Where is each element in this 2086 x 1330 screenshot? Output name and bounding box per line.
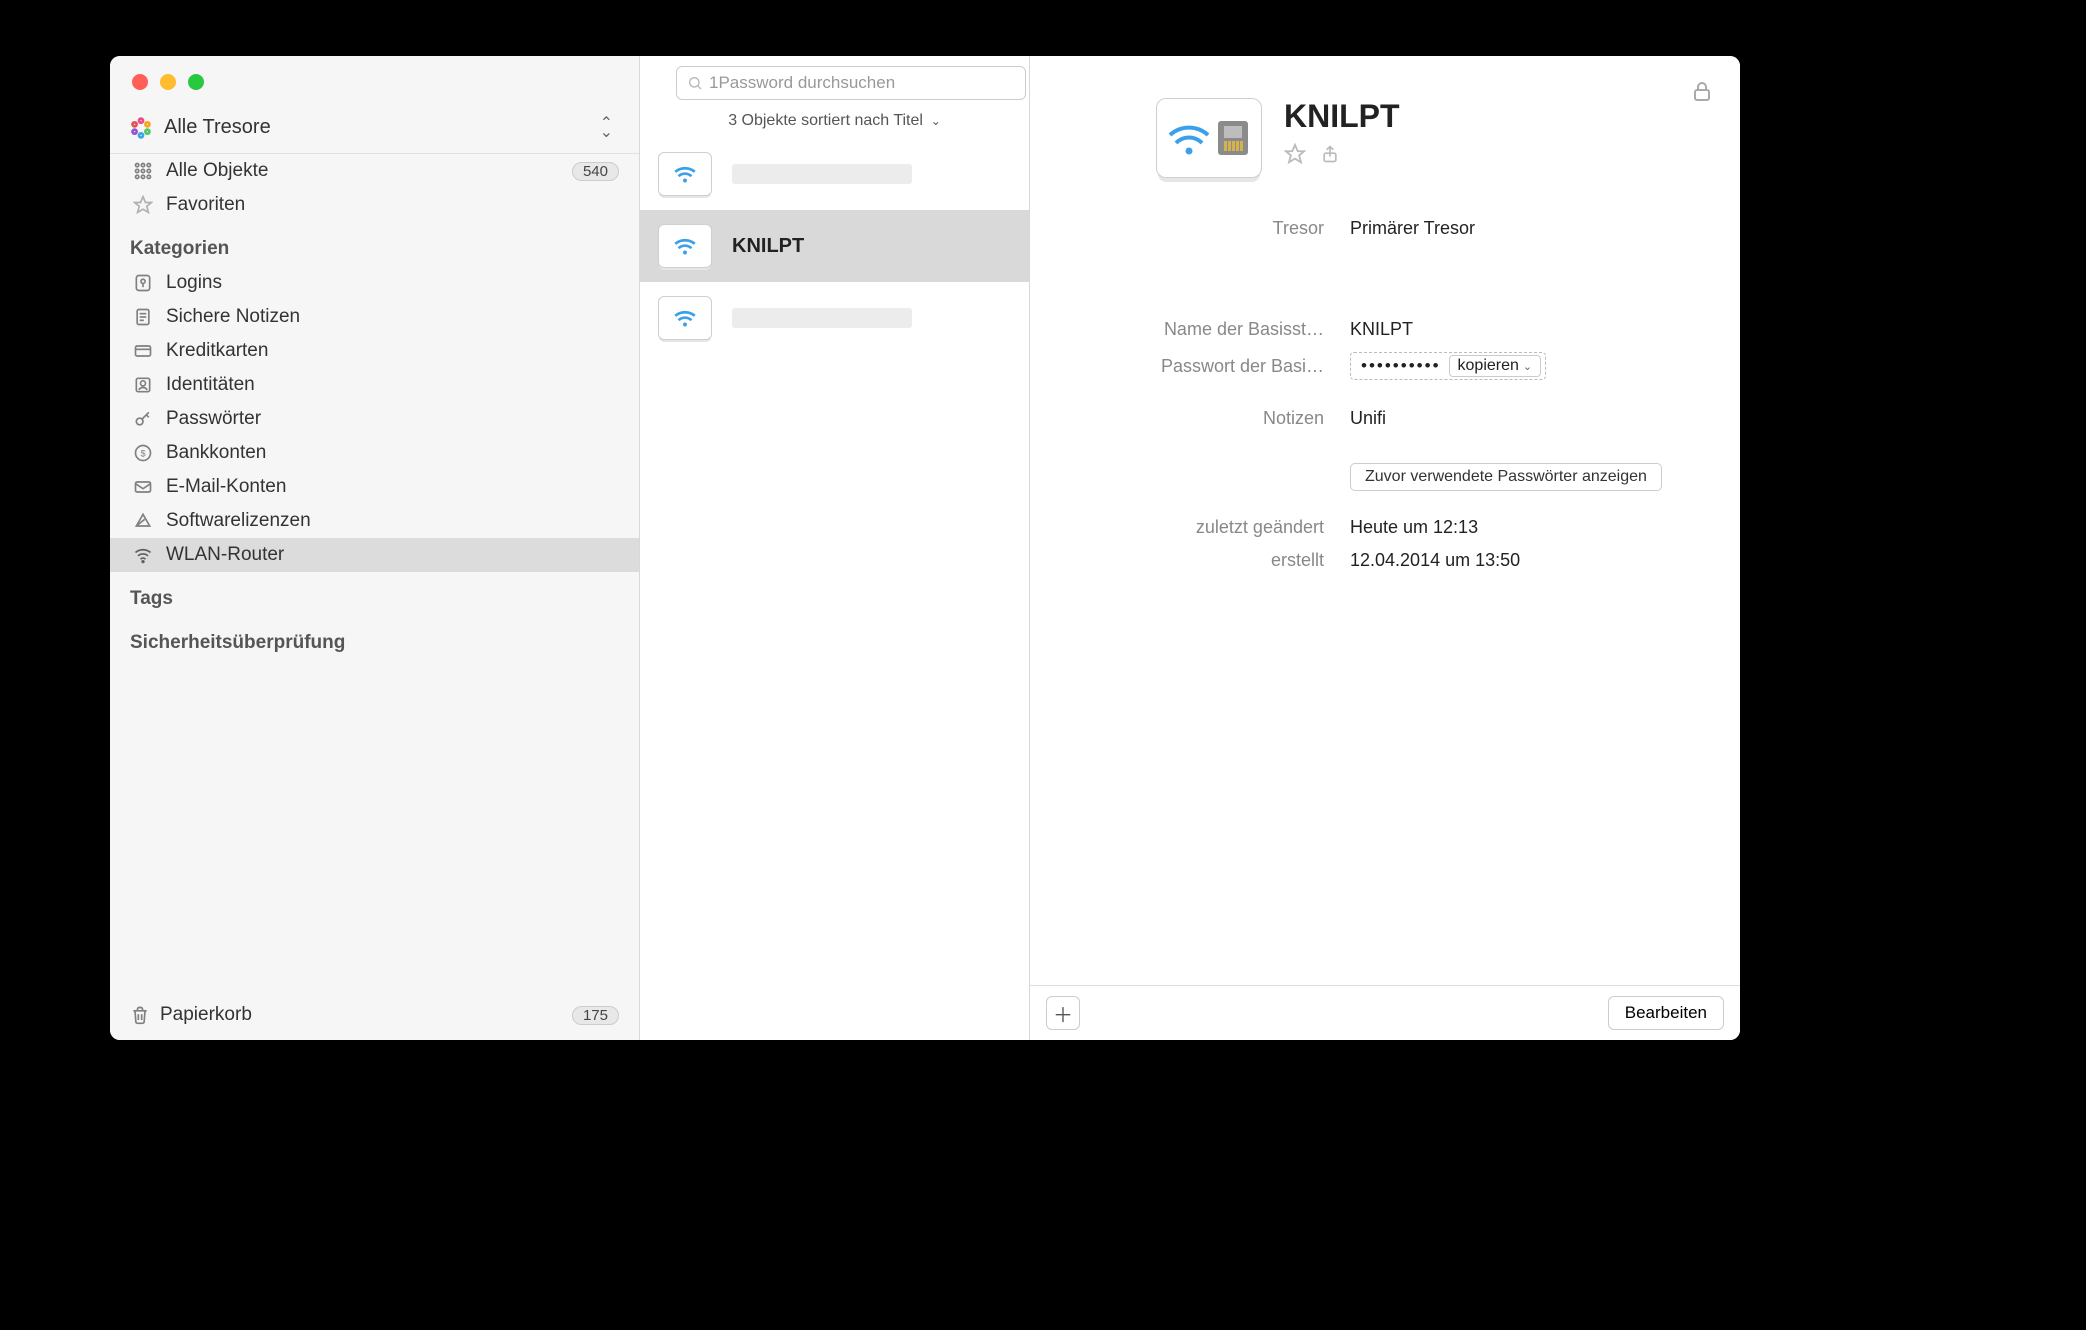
list-item[interactable]: KNILPT [640, 210, 1029, 282]
trash-icon [130, 1004, 150, 1026]
sidebar-item-label: Softwarelizenzen [166, 510, 311, 532]
minimize-window-button[interactable] [160, 74, 176, 90]
router-icon [658, 152, 712, 196]
sidebar-cat-passwords[interactable]: Passwörter [110, 402, 639, 436]
list-item[interactable] [640, 282, 1029, 354]
field-label-base-password: Passwort der Basi… [1030, 356, 1350, 377]
section-security-audit[interactable]: Sicherheitsüberprüfung [110, 616, 639, 660]
chevron-down-icon: ⌄ [1523, 360, 1532, 373]
password-concealed: •••••••••• [1361, 356, 1449, 376]
router-icon [658, 296, 712, 340]
field-value-modified: Heute um 12:13 [1350, 517, 1740, 538]
sidebar-cat-secure-notes[interactable]: Sichere Notizen [110, 300, 639, 334]
window-controls [132, 74, 204, 90]
router-icon [658, 224, 712, 268]
app-window: Alle Tresore ⌃⌄ Alle Objekte 540 Favorit… [110, 56, 1740, 1040]
sidebar-cat-software-licenses[interactable]: Softwarelizenzen [110, 504, 639, 538]
zoom-window-button[interactable] [188, 74, 204, 90]
mail-icon [130, 476, 156, 498]
item-title: KNILPT [1284, 98, 1400, 135]
sidebar-item-label: E-Mail-Konten [166, 476, 286, 498]
sidebar-item-label: Logins [166, 272, 222, 294]
app-icon [130, 510, 156, 532]
identity-icon [130, 374, 156, 396]
sidebar-favorites[interactable]: Favoriten [110, 188, 639, 222]
field-label-created: erstellt [1030, 550, 1350, 571]
sidebar-item-label: WLAN-Router [166, 544, 284, 566]
vault-selector-label: Alle Tresore [164, 116, 600, 139]
vault-selector[interactable]: Alle Tresore ⌃⌄ [110, 56, 639, 154]
search-icon [687, 75, 703, 91]
sidebar: Alle Tresore ⌃⌄ Alle Objekte 540 Favorit… [110, 56, 640, 1040]
show-previous-passwords-button[interactable]: Zuvor verwendete Passwörter anzeigen [1350, 463, 1662, 491]
field-value-created: 12.04.2014 um 13:50 [1350, 550, 1740, 571]
sidebar-cat-bank-accounts[interactable]: $ Bankkonten [110, 436, 639, 470]
chevron-updown-icon: ⌃⌄ [600, 119, 619, 137]
sidebar-cat-logins[interactable]: Logins [110, 266, 639, 300]
sidebar-cat-wifi-routers[interactable]: WLAN-Router [110, 538, 639, 572]
key-icon [130, 408, 156, 430]
sidebar-item-label: Alle Objekte [166, 160, 268, 182]
search-placeholder: 1Password durchsuchen [709, 73, 895, 93]
field-value-vault: Primärer Tresor [1350, 218, 1740, 239]
sort-control[interactable]: 3 Objekte sortiert nach Titel ⌄ [640, 106, 1029, 138]
bank-icon: $ [130, 442, 156, 464]
list-item[interactable] [640, 138, 1029, 210]
chevron-down-icon: ⌄ [927, 114, 940, 128]
note-icon [130, 306, 156, 328]
item-list: KNILPT [640, 138, 1029, 354]
field-value-notes[interactable]: Unifi [1350, 408, 1740, 429]
sidebar-item-label: Kreditkarten [166, 340, 268, 362]
sidebar-item-label: Bankkonten [166, 442, 266, 464]
svg-text:$: $ [140, 448, 145, 458]
section-categories: Kategorien [110, 222, 639, 266]
item-list-column: 1Password durchsuchen 3 Objekte sortiert… [640, 56, 1030, 1040]
star-icon [130, 194, 156, 216]
field-value-base-name[interactable]: KNILPT [1350, 319, 1740, 340]
section-tags[interactable]: Tags [110, 572, 639, 616]
copy-password-button[interactable]: kopieren ⌄ [1449, 355, 1542, 377]
vaults-icon [130, 117, 152, 139]
redacted-label [732, 164, 912, 184]
field-label-notes: Notizen [1030, 408, 1350, 429]
count-badge: 540 [572, 162, 619, 181]
sidebar-cat-email-accounts[interactable]: E-Mail-Konten [110, 470, 639, 504]
sidebar-trash[interactable]: Papierkorb 175 [110, 989, 639, 1040]
password-field[interactable]: •••••••••• kopieren ⌄ [1350, 352, 1546, 380]
edit-button[interactable]: Bearbeiten [1608, 996, 1724, 1030]
sidebar-item-label: Sichere Notizen [166, 306, 300, 328]
count-badge: 175 [572, 1006, 619, 1025]
close-window-button[interactable] [132, 74, 148, 90]
sidebar-item-label: Identitäten [166, 374, 255, 396]
field-label-modified: zuletzt geändert [1030, 517, 1350, 538]
sidebar-all-items[interactable]: Alle Objekte 540 [110, 154, 639, 188]
detail-panel: KNILPT Tresor Primärer Tresor Name der B… [1030, 56, 1740, 1040]
redacted-label [732, 308, 912, 328]
sidebar-item-label: Passwörter [166, 408, 261, 430]
sidebar-item-label: Favoriten [166, 194, 245, 216]
wifi-icon [130, 544, 156, 566]
search-input[interactable]: 1Password durchsuchen [676, 66, 1026, 100]
grid-icon [130, 160, 156, 182]
field-label-vault: Tresor [1030, 218, 1350, 239]
lock-icon[interactable] [1690, 78, 1714, 107]
sidebar-cat-identities[interactable]: Identitäten [110, 368, 639, 402]
keyhole-icon [130, 272, 156, 294]
item-category-icon [1156, 98, 1262, 178]
sort-label: 3 Objekte sortiert nach Titel [728, 112, 923, 129]
share-icon[interactable] [1320, 143, 1340, 168]
favorite-star-icon[interactable] [1284, 143, 1306, 168]
sidebar-cat-credit-cards[interactable]: Kreditkarten [110, 334, 639, 368]
field-label-base-name: Name der Basisst… [1030, 319, 1350, 340]
add-item-button[interactable]: ＋ [1046, 996, 1080, 1030]
credit-card-icon [130, 340, 156, 362]
sidebar-item-label: Papierkorb [160, 1004, 252, 1026]
list-item-label: KNILPT [732, 235, 804, 258]
